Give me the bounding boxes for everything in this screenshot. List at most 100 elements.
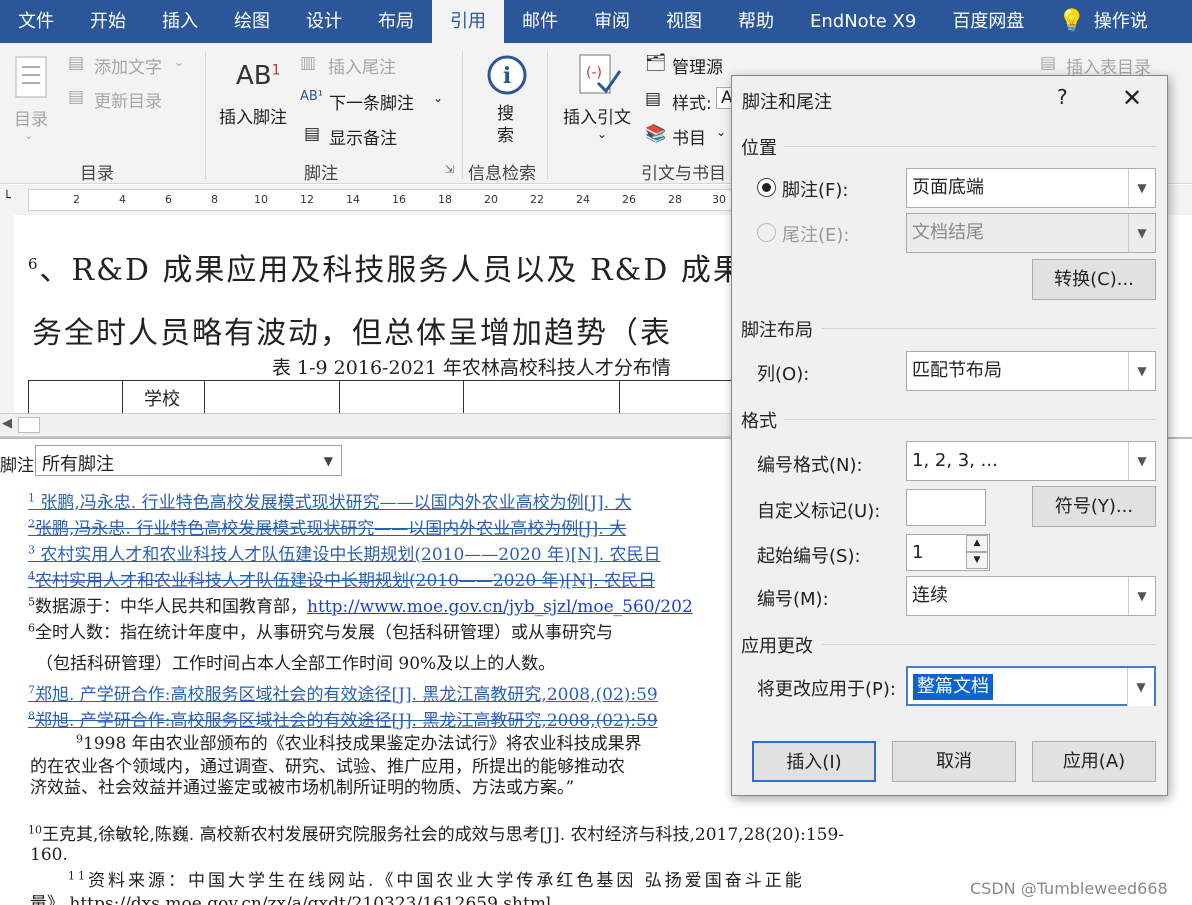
footnote-item[interactable]: 1 张鹏,冯永忠. 行业特色高校发展模式现状研究——以国内外农业高校为例[J].… bbox=[28, 488, 632, 513]
ruler-tick: 30 bbox=[712, 193, 726, 206]
insert-footnote-icon: AB1 bbox=[236, 61, 281, 91]
tab-endnote[interactable]: EndNote X9 bbox=[792, 0, 934, 43]
svg-text:(-): (-) bbox=[586, 65, 602, 81]
chevron-down-icon: ▼ bbox=[1128, 352, 1155, 390]
footnote-item[interactable]: 91998 年由农业部颁布的《农业科技成果鉴定办法试行》将农业科技成果界 bbox=[76, 729, 642, 754]
tab-insert[interactable]: 插入 bbox=[144, 0, 216, 43]
tab-review[interactable]: 审阅 bbox=[576, 0, 648, 43]
tab-selector-icon[interactable]: └ bbox=[3, 191, 11, 206]
tab-home[interactable]: 开始 bbox=[72, 0, 144, 43]
footnote-item[interactable]: 2张鹏,冯永忠. 行业特色高校发展模式现状研究——以国内外农业高校为例[J]. … bbox=[28, 514, 626, 539]
spin-down-icon[interactable]: ▼ bbox=[966, 552, 988, 569]
footnote-item[interactable]: 7郑旭. 产学研合作:高校服务区域社会的有效途径[J]. 黑龙江高教研究,200… bbox=[28, 680, 658, 705]
dialog-title: 脚注和尾注 bbox=[742, 92, 832, 113]
ruler-tick: 10 bbox=[254, 193, 268, 206]
footnote-item[interactable]: 11资料来源：中国大学生在线网站.《中国农业大学传承红色基因 弘扬爱国奋斗正能 bbox=[68, 866, 805, 891]
group-label-toc: 目录 bbox=[80, 164, 114, 184]
footnote-radio[interactable] bbox=[757, 178, 776, 197]
add-text-button[interactable]: 添加文字 bbox=[94, 53, 162, 78]
document-page[interactable]: 6、R&D 成果应用及科技服务人员以及 R&D 成果 务全时人员略有波动，但总体… bbox=[14, 215, 734, 413]
numbering-select[interactable]: 连续 ▼ bbox=[906, 576, 1156, 616]
show-notes-button[interactable]: 显示备注 bbox=[329, 124, 397, 149]
start-at-spinner[interactable]: ▲ ▼ bbox=[966, 535, 988, 571]
tab-draw[interactable]: 绘图 bbox=[216, 0, 288, 43]
convert-button[interactable]: 转换(C)... bbox=[1032, 259, 1156, 300]
group-divider bbox=[547, 51, 548, 179]
group-label-citations: 引文与书目 bbox=[641, 164, 726, 184]
tab-view[interactable]: 视图 bbox=[648, 0, 720, 43]
dropdown-arrow-icon: ▼ bbox=[323, 454, 333, 468]
next-footnote-button[interactable]: 下一条脚注 bbox=[329, 89, 414, 114]
footnote-item[interactable]: 8郑旭. 产学研合作:高校服务区域社会的有效途径[J]. 黑龙江高教研究,200… bbox=[28, 706, 658, 731]
horizontal-scrollbar[interactable]: ◀ bbox=[0, 413, 735, 437]
scrollbar-thumb[interactable] bbox=[18, 417, 40, 433]
numbering-value: 连续 bbox=[912, 585, 948, 606]
columns-select[interactable]: 匹配节布局 ▼ bbox=[906, 351, 1156, 391]
footnote-location-value: 页面底端 bbox=[912, 177, 984, 198]
tab-mailings[interactable]: 邮件 bbox=[504, 0, 576, 43]
footnote-item[interactable]: 5数据源于：中华人民共和国教育部，http://www.moe.gov.cn/j… bbox=[28, 592, 693, 617]
number-format-value: 1, 2, 3, ... bbox=[912, 450, 998, 471]
horizontal-ruler[interactable]: 2 4 6 8 10 12 14 16 18 20 22 24 26 28 30 bbox=[28, 189, 738, 211]
columns-label: 列(O): bbox=[757, 364, 810, 385]
footnote-location-select[interactable]: 页面底端 ▼ bbox=[906, 168, 1156, 208]
footnote-continuation: 济效益、社会效益并通过鉴定或被市场机制所证明的物质、方法或方案。” bbox=[30, 778, 575, 798]
group-divider bbox=[205, 51, 206, 179]
footnote-pane-label: 脚注 bbox=[0, 456, 34, 476]
spin-up-icon[interactable]: ▲ bbox=[966, 535, 988, 552]
bibliography-button[interactable]: 书目 bbox=[672, 124, 706, 149]
apply-button[interactable]: 应用(A) bbox=[1032, 741, 1156, 782]
footnote-item[interactable]: 10王克其,徐敏轮,陈巍. 高校新农村发展研究院服务社会的成效与思考[J]. 农… bbox=[28, 820, 844, 845]
tab-baidu-netdisk[interactable]: 百度网盘 bbox=[934, 0, 1042, 43]
chevron-down-icon: ▼ bbox=[1127, 668, 1154, 706]
update-toc-button[interactable]: 更新目录 bbox=[94, 87, 162, 112]
custom-mark-input[interactable] bbox=[906, 489, 986, 526]
chevron-down-icon: ⌄ bbox=[716, 125, 727, 139]
footnote-filter-select[interactable]: 所有脚注 ▼ bbox=[35, 445, 342, 476]
chevron-down-icon: ▼ bbox=[1128, 214, 1155, 252]
help-icon[interactable]: ? bbox=[1057, 85, 1068, 109]
insert-button[interactable]: 插入(I) bbox=[752, 741, 876, 782]
table-header-cell: 学校 bbox=[144, 389, 180, 410]
tab-references[interactable]: 引用 bbox=[432, 0, 504, 43]
columns-value: 匹配节布局 bbox=[912, 360, 1002, 381]
update-table-icon: ▤ bbox=[68, 87, 85, 107]
toc-button[interactable]: 目录 bbox=[14, 105, 48, 130]
tab-tell-me[interactable]: 操作说 bbox=[1092, 0, 1166, 43]
footnote-item[interactable]: 4农村实用人才和农业科技人才队伍建设中长期规划(2010——2020 年)[N]… bbox=[28, 566, 655, 591]
cancel-button[interactable]: 取消 bbox=[892, 741, 1016, 782]
ruler-tick: 8 bbox=[211, 193, 218, 206]
dialog-launcher-icon[interactable]: ⇲ bbox=[445, 163, 454, 176]
insert-endnote-button[interactable]: 插入尾注 bbox=[328, 53, 396, 78]
ruler-tick: 4 bbox=[119, 193, 126, 206]
scroll-left-icon[interactable]: ◀ bbox=[2, 416, 12, 431]
insert-citation-button[interactable]: 插入引文 bbox=[563, 103, 631, 128]
watermark: CSDN @Tumbleweed668 bbox=[970, 879, 1168, 898]
tab-layout[interactable]: 布局 bbox=[360, 0, 432, 43]
close-icon[interactable]: ✕ bbox=[1122, 84, 1142, 112]
footnote-item[interactable]: 6全时人数：指在统计年度中，从事研究与发展（包括科研管理）或从事研究与 bbox=[28, 618, 613, 643]
endnote-location-select[interactable]: 文档结尾 ▼ bbox=[906, 213, 1156, 253]
ruler-tick: 2 bbox=[73, 193, 80, 206]
search-button[interactable]: 搜索 bbox=[497, 103, 517, 147]
ruler-tick: 14 bbox=[346, 193, 360, 206]
search-icon: i bbox=[487, 55, 527, 95]
tab-help[interactable]: 帮助 bbox=[720, 0, 792, 43]
insert-footnote-button[interactable]: 插入脚注 bbox=[219, 103, 287, 128]
footnote-url-link[interactable]: http://www.moe.gov.cn/jyb_sjzl/moe_560/2… bbox=[307, 597, 693, 617]
tab-file[interactable]: 文件 bbox=[0, 0, 72, 43]
bibliography-icon: 📚 bbox=[645, 124, 667, 144]
endnote-radio[interactable] bbox=[757, 223, 776, 242]
footnote-item[interactable]: 3 农村实用人才和农业科技人才队伍建设中长期规划(2010——2020 年)[N… bbox=[28, 540, 661, 565]
symbol-button[interactable]: 符号(Y)... bbox=[1032, 486, 1156, 527]
insert-table-of-figures-icon: ▤ bbox=[1040, 53, 1057, 73]
divider bbox=[784, 419, 1156, 420]
custom-mark-label: 自定义标记(U): bbox=[757, 501, 881, 522]
manage-sources-button[interactable]: 管理源 bbox=[672, 53, 723, 78]
numbering-label: 编号(M): bbox=[757, 589, 829, 610]
ruler-tick: 22 bbox=[530, 193, 544, 206]
number-format-select[interactable]: 1, 2, 3, ... ▼ bbox=[906, 441, 1156, 481]
tab-design[interactable]: 设计 bbox=[288, 0, 360, 43]
apply-to-select[interactable]: 整篇文档 ▼ bbox=[906, 666, 1156, 706]
manage-sources-icon: 🗂 bbox=[645, 53, 667, 73]
